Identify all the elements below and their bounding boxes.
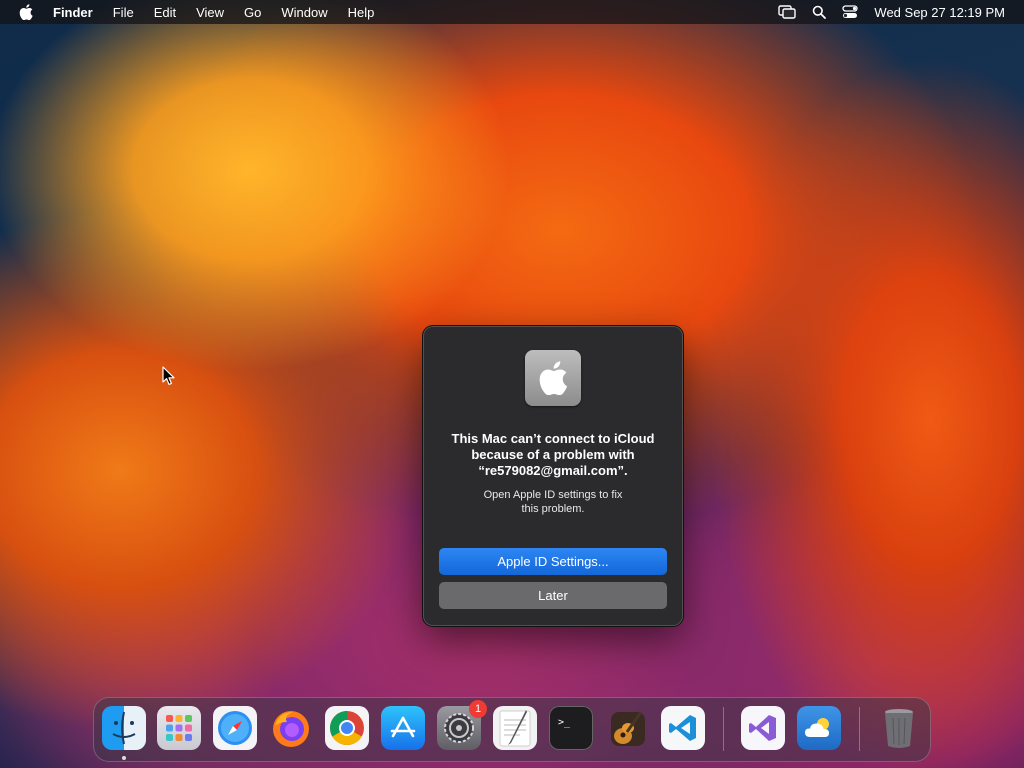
chrome-icon[interactable] xyxy=(325,706,369,750)
menu-bar: Finder File Edit View Go Window Help Wed… xyxy=(0,0,1024,24)
finder-icon[interactable] xyxy=(102,706,146,750)
menu-go[interactable]: Go xyxy=(244,5,261,20)
launchpad-icon[interactable] xyxy=(157,706,201,750)
dock-separator xyxy=(859,707,860,751)
menu-app-name[interactable]: Finder xyxy=(53,5,93,20)
dialog-message-line: Open Apple ID settings to fix xyxy=(483,489,623,501)
dialog-message: Open Apple ID settings to fix this probl… xyxy=(443,488,663,516)
vscode-icon[interactable] xyxy=(661,706,705,750)
dock-separator xyxy=(723,707,724,751)
dock: 1 >_ xyxy=(93,697,931,762)
app-store-icon[interactable] xyxy=(381,706,425,750)
menu-window[interactable]: Window xyxy=(281,5,327,20)
menu-file[interactable]: File xyxy=(113,5,134,20)
menu-help[interactable]: Help xyxy=(348,5,375,20)
running-indicator xyxy=(122,756,126,760)
notification-badge: 1 xyxy=(469,700,487,718)
dialog-title-line: “re579082@gmail.com”. xyxy=(478,463,628,478)
svg-text:>_: >_ xyxy=(558,717,571,728)
guitar-icon[interactable] xyxy=(605,706,649,750)
icloud-alert-dialog: This Mac can’t connect to iCloud because… xyxy=(423,326,683,626)
menu-view[interactable]: View xyxy=(196,5,224,20)
mouse-cursor-icon xyxy=(162,366,175,385)
apple-menu-icon[interactable] xyxy=(19,4,35,20)
spotlight-search-icon[interactable] xyxy=(812,5,827,19)
control-center-icon[interactable] xyxy=(842,5,859,19)
visual-studio-icon[interactable] xyxy=(741,706,785,750)
system-settings-icon[interactable]: 1 xyxy=(437,700,487,750)
safari-icon[interactable] xyxy=(213,706,257,750)
apple-logo-icon xyxy=(525,350,581,406)
menu-clock[interactable]: Wed Sep 27 12:19 PM xyxy=(874,5,1005,20)
trash-icon[interactable] xyxy=(877,706,921,750)
dialog-title-line: because of a problem with xyxy=(471,447,635,462)
textedit-icon[interactable] xyxy=(493,706,537,750)
apple-id-settings-button[interactable]: Apple ID Settings... xyxy=(439,548,667,575)
menu-edit[interactable]: Edit xyxy=(154,5,176,20)
dialog-message-line: this problem. xyxy=(521,503,585,515)
later-button[interactable]: Later xyxy=(439,582,667,609)
terminal-icon[interactable]: >_ xyxy=(549,706,593,750)
dialog-title: This Mac can’t connect to iCloud because… xyxy=(437,431,669,479)
weather-icon[interactable] xyxy=(797,706,841,750)
screen-mirroring-icon[interactable] xyxy=(778,5,797,19)
firefox-icon[interactable] xyxy=(269,706,313,750)
dialog-title-line: This Mac can’t connect to iCloud xyxy=(451,431,655,446)
